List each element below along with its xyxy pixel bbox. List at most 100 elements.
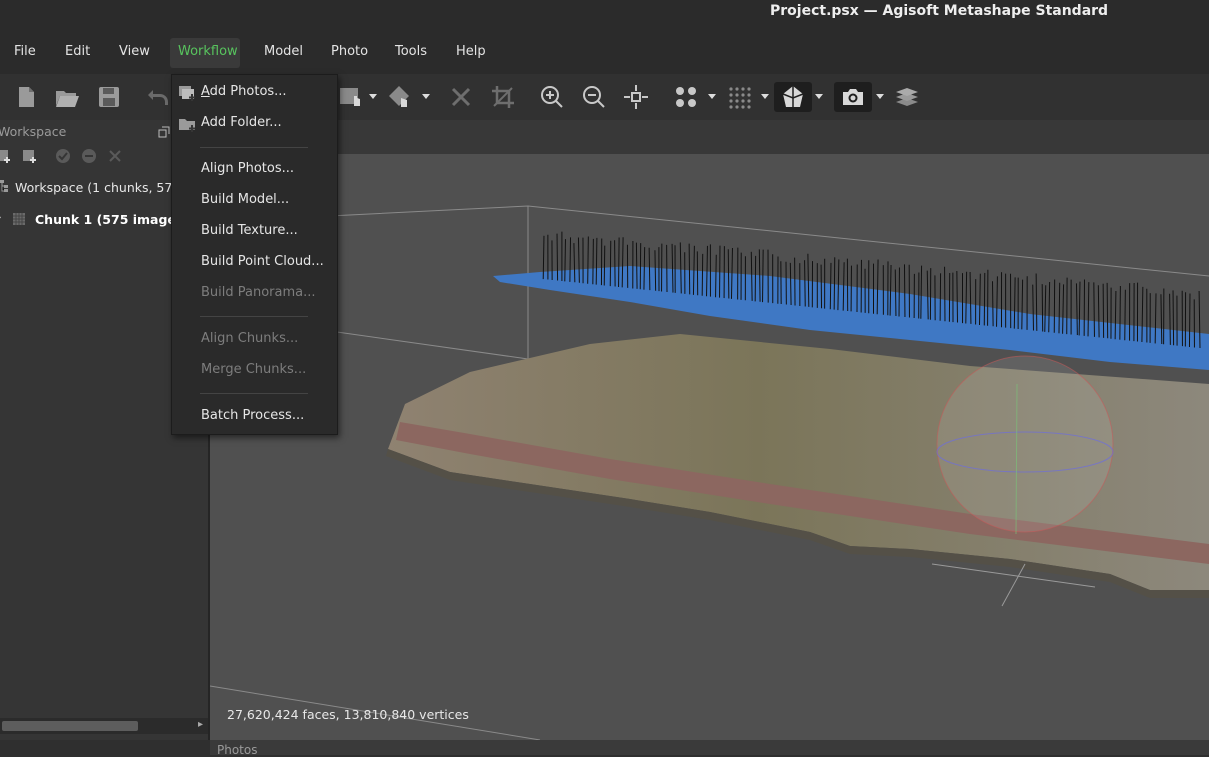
camera-pin	[830, 263, 831, 309]
model-dropdown-arrow[interactable]	[815, 94, 823, 99]
camera-pin	[619, 237, 620, 287]
navigation-trackball[interactable]	[937, 356, 1113, 532]
add-photos-icon[interactable]	[22, 148, 38, 164]
layers-icon	[894, 84, 920, 110]
menu-build-model[interactable]: Build Model...	[201, 192, 289, 207]
menu-separator	[200, 147, 308, 148]
shaded-model-icon	[780, 84, 806, 110]
selection-dropdown-arrow[interactable]	[369, 94, 377, 99]
undo-button[interactable]	[143, 82, 173, 112]
zoom-out-button[interactable]	[579, 82, 609, 112]
camera-dropdown-arrow[interactable]	[876, 94, 884, 99]
cameras-dropdown-arrow[interactable]	[708, 94, 716, 99]
undo-icon	[145, 84, 171, 110]
navigation-tool-button[interactable]	[385, 82, 415, 112]
navigation-dropdown-arrow[interactable]	[422, 94, 430, 99]
undock-icon[interactable]	[158, 126, 170, 138]
selection-tool-button[interactable]	[336, 82, 366, 112]
menu-add-folder[interactable]: Add Folder...	[201, 115, 282, 130]
reset-view-button[interactable]	[621, 82, 651, 112]
camera-pin	[604, 246, 605, 286]
point-grid-icon	[726, 84, 752, 110]
camera-pin	[636, 243, 637, 289]
scroll-right-arrow[interactable]: ▸	[198, 719, 203, 730]
menu-build-point-cloud[interactable]: Build Point Cloud...	[201, 254, 324, 269]
add-chunk-icon[interactable]	[0, 148, 12, 164]
zoom-out-icon	[581, 84, 607, 110]
menu-batch-process[interactable]: Batch Process...	[201, 408, 304, 423]
workflow-dropdown-menu: Add Photos... Add Folder... Align Photos…	[171, 74, 338, 435]
capture-view-button[interactable]	[834, 82, 872, 112]
show-model-button[interactable]	[774, 82, 812, 112]
workspace-header: Workspace	[0, 124, 66, 139]
save-icon	[96, 84, 122, 110]
camera-pin	[984, 273, 985, 325]
points-dropdown-arrow[interactable]	[761, 94, 769, 99]
camera-icon	[840, 84, 866, 110]
crop-selection-button[interactable]	[488, 82, 518, 112]
scrollbar-thumb[interactable]	[2, 721, 138, 731]
camera-pin	[702, 254, 703, 296]
camera-pin	[957, 271, 958, 323]
enable-icon[interactable]	[55, 148, 71, 164]
show-cameras-button[interactable]	[671, 82, 701, 112]
delete-selection-button[interactable]	[446, 82, 476, 112]
open-project-button[interactable]	[52, 82, 82, 112]
title-bar: Project.psx — Agisoft Metashape Standard	[0, 0, 1209, 30]
menu-help[interactable]: Help	[456, 44, 486, 59]
camera-pin	[615, 240, 616, 286]
menu-align-photos[interactable]: Align Photos...	[201, 161, 294, 176]
menu-workflow[interactable]: Workflow	[178, 44, 238, 59]
new-document-icon	[13, 84, 39, 110]
camera-pin	[588, 236, 589, 283]
menu-build-texture[interactable]: Build Texture...	[201, 223, 298, 238]
hand-diamond-icon	[387, 84, 413, 110]
menu-merge-chunks: Merge Chunks...	[201, 362, 306, 377]
camera-pin	[1042, 284, 1043, 331]
menu-add-photos[interactable]: Add Photos...	[201, 84, 287, 99]
zoom-in-button[interactable]	[537, 82, 567, 112]
add-photos-icon	[178, 84, 196, 102]
new-project-button[interactable]	[11, 82, 41, 112]
show-points-button[interactable]	[724, 82, 754, 112]
camera-pin	[1173, 290, 1174, 345]
camera-pin	[992, 281, 993, 326]
menu-build-panorama: Build Panorama...	[201, 285, 316, 300]
photos-panel-bar[interactable]: Photos	[210, 740, 1209, 755]
chunk-icon	[12, 212, 26, 226]
disable-icon[interactable]	[81, 148, 97, 164]
rect-select-icon	[338, 84, 364, 110]
camera-pin	[1036, 273, 1037, 330]
camera-pin	[805, 260, 806, 306]
save-project-button[interactable]	[94, 82, 124, 112]
camera-pin	[895, 269, 896, 316]
dots-grid-icon	[673, 84, 699, 110]
workspace-horizontal-scrollbar[interactable]: ▸	[0, 718, 208, 734]
model-stats: 27,620,424 faces, 13,810,840 vertices	[227, 707, 469, 722]
model-viewport[interactable]: 27,620,424 faces, 13,810,840 vertices	[210, 154, 1209, 740]
menu-edit[interactable]: Edit	[65, 44, 90, 59]
layers-button[interactable]	[892, 82, 922, 112]
camera-pin	[1094, 282, 1095, 337]
menu-tools[interactable]: Tools	[395, 44, 427, 59]
viewport-tab-bar	[210, 120, 1209, 154]
camera-pin	[1059, 283, 1060, 334]
remove-icon[interactable]	[107, 148, 123, 164]
menu-separator	[200, 316, 308, 317]
menu-model[interactable]: Model	[264, 44, 303, 59]
camera-pin	[716, 255, 717, 297]
menu-file[interactable]: File	[14, 44, 36, 59]
camera-pin	[593, 239, 594, 284]
camera-pin	[1189, 294, 1190, 347]
camera-pin	[834, 257, 835, 309]
camera-pin	[570, 237, 571, 282]
menu-photo[interactable]: Photo	[331, 44, 368, 59]
folder-open-icon	[54, 84, 80, 110]
camera-pin	[1120, 286, 1121, 340]
crop-icon	[490, 84, 516, 110]
chunk-expand-arrow[interactable]: ›	[0, 213, 2, 223]
window-title: Project.psx — Agisoft Metashape Standard	[770, 3, 1108, 19]
camera-pin	[557, 234, 558, 281]
menu-view[interactable]: View	[119, 44, 150, 59]
camera-pin	[1107, 283, 1108, 338]
